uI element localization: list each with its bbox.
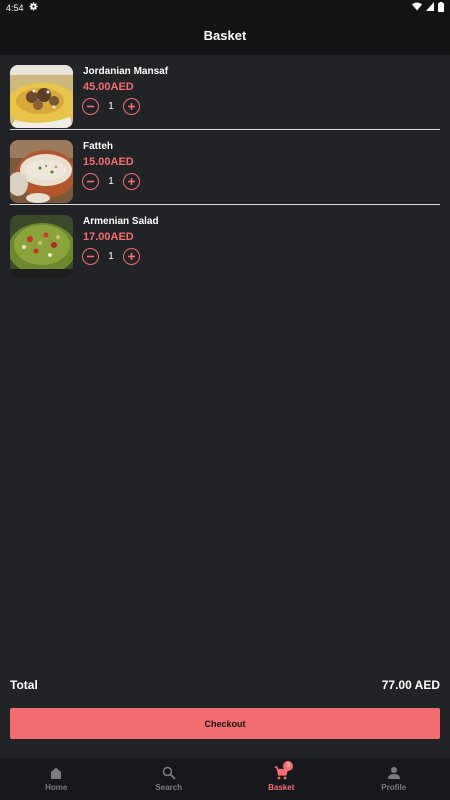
app-bar: Basket [0, 15, 450, 55]
plus-icon [128, 253, 135, 260]
basket-item: Armenian Salad 17.00AED 1 [10, 205, 440, 280]
checkout-button[interactable]: Checkout [10, 708, 440, 739]
nav-item-search[interactable]: Search [113, 758, 226, 800]
item-price: 17.00AED [83, 231, 134, 243]
page-title: Basket [203, 27, 247, 43]
basket-item: Jordanian Mansaf 45.00AED 1 [10, 55, 440, 130]
nav-label: Search [155, 783, 183, 792]
quantity-value: 1 [108, 251, 114, 262]
plus-icon [128, 178, 135, 185]
basket-item: Fatteh 15.00AED 1 [10, 130, 440, 205]
increase-quantity-button[interactable] [123, 173, 140, 190]
status-time: 4:54 [6, 2, 24, 13]
quantity-stepper: 1 [82, 173, 140, 190]
plus-icon [128, 103, 135, 110]
item-image-fatteh[interactable] [10, 140, 73, 203]
bottom-nav: Home Search 3 Basket Profile [0, 758, 450, 800]
person-icon [387, 766, 401, 780]
nav-label: Home [45, 783, 68, 792]
quantity-value: 1 [108, 176, 114, 187]
nav-label: Profile [381, 783, 407, 792]
item-image-armenian-salad[interactable] [10, 215, 73, 278]
signal-icon [426, 2, 434, 13]
total-row: Total 77.00 AED [10, 678, 440, 692]
minus-icon [87, 105, 94, 108]
item-image-mansaf[interactable] [10, 65, 73, 128]
minus-icon [87, 180, 94, 183]
increase-quantity-button[interactable] [123, 248, 140, 265]
home-icon [49, 766, 63, 780]
status-bar: 4:54 [0, 0, 450, 15]
nav-label: Basket [268, 783, 295, 792]
cart-icon: 3 [274, 761, 294, 780]
increase-quantity-button[interactable] [123, 98, 140, 115]
quantity-value: 1 [108, 101, 114, 112]
decrease-quantity-button[interactable] [82, 98, 99, 115]
decrease-quantity-button[interactable] [82, 173, 99, 190]
item-name: Armenian Salad [83, 216, 159, 227]
basket-list: Jordanian Mansaf 45.00AED 1 Fatteh 15.00… [10, 55, 440, 280]
item-price: 15.00AED [83, 156, 134, 168]
search-icon [162, 766, 176, 780]
item-name: Jordanian Mansaf [83, 66, 169, 77]
status-right [412, 1, 444, 14]
status-left: 4:54 [6, 2, 38, 13]
gear-icon [28, 2, 38, 13]
total-value: 77.00 AED [381, 678, 440, 692]
battery-icon [438, 1, 444, 14]
decrease-quantity-button[interactable] [82, 248, 99, 265]
nav-item-profile[interactable]: Profile [338, 758, 450, 800]
nav-item-home[interactable]: Home [0, 758, 113, 800]
quantity-stepper: 1 [82, 98, 140, 115]
item-name: Fatteh [83, 141, 113, 152]
quantity-stepper: 1 [82, 248, 140, 265]
total-label: Total [10, 678, 38, 692]
minus-icon [87, 255, 94, 258]
nav-item-basket[interactable]: 3 Basket [225, 758, 338, 800]
item-price: 45.00AED [83, 81, 134, 93]
cart-count-badge: 3 [283, 761, 294, 771]
wifi-icon [412, 2, 422, 13]
